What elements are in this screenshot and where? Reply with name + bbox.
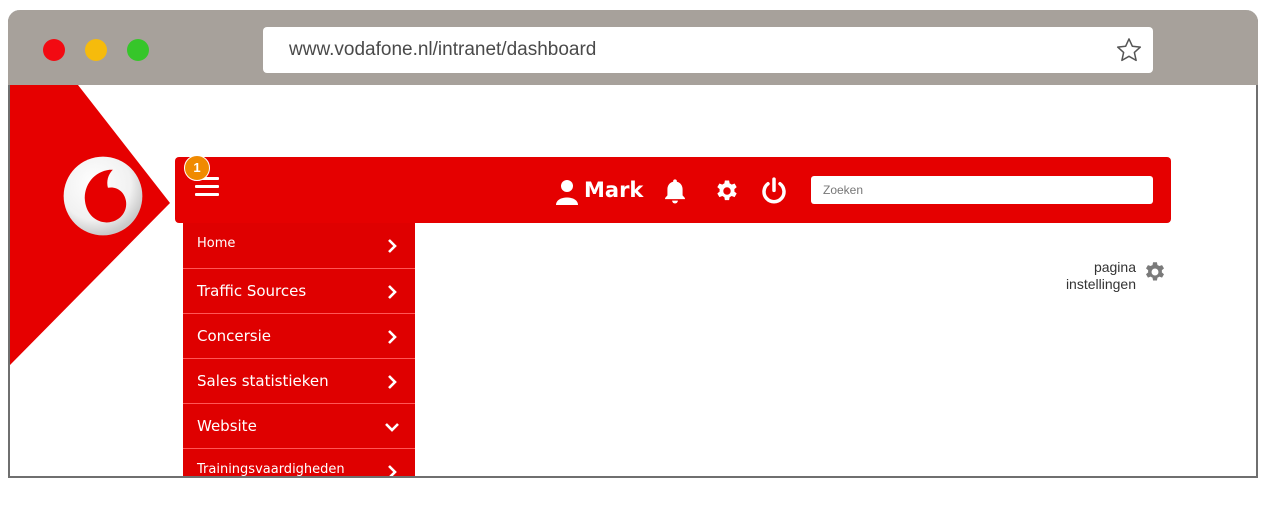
chevron-right-icon bbox=[388, 285, 397, 299]
side-menu: Home Traffic Sources Concersie Sales sta… bbox=[183, 223, 415, 476]
menu-item-label: Website bbox=[197, 417, 257, 435]
menu-item-home[interactable]: Home bbox=[183, 223, 415, 268]
chevron-right-icon bbox=[388, 375, 397, 389]
url-text[interactable]: www.vodafone.nl/intranet/dashboard bbox=[289, 39, 596, 61]
menu-item-concersie[interactable]: Concersie bbox=[183, 313, 415, 358]
search-input[interactable] bbox=[811, 176, 1153, 204]
user-name[interactable]: Mark bbox=[584, 178, 643, 202]
top-navbar: 1 Mark bbox=[175, 155, 1171, 223]
chevron-right-icon bbox=[388, 465, 397, 476]
menu-item-website[interactable]: Website bbox=[183, 403, 415, 448]
chevron-down-icon bbox=[385, 423, 399, 432]
gear-icon[interactable] bbox=[1142, 259, 1168, 285]
menu-item-label: Sales statistieken bbox=[197, 372, 329, 390]
menu-item-label: Traffic Sources bbox=[197, 282, 307, 300]
page-settings-label: pagina instellingen bbox=[1065, 259, 1136, 292]
menu-item-traffic-sources[interactable]: Traffic Sources bbox=[183, 268, 415, 313]
gear-icon[interactable] bbox=[713, 177, 741, 205]
power-icon[interactable] bbox=[759, 176, 789, 206]
menu-item-label: Home bbox=[197, 236, 236, 251]
bell-icon[interactable] bbox=[661, 177, 689, 205]
chevron-right-icon bbox=[388, 239, 397, 253]
menu-item-label: Concersie bbox=[197, 327, 272, 345]
browser-window: www.vodafone.nl/intranet/dashboard 1 Mar… bbox=[8, 10, 1258, 478]
page-content: 1 Mark Home bbox=[10, 85, 1256, 476]
address-bar[interactable]: www.vodafone.nl/intranet/dashboard bbox=[263, 27, 1153, 73]
page-settings-link[interactable]: pagina instellingen bbox=[1036, 259, 1176, 299]
star-icon[interactable] bbox=[1115, 36, 1143, 64]
menu-item-label: Trainingsvaardigheden bbox=[197, 462, 345, 476]
menu-item-trainingsvaardigheden[interactable]: Trainingsvaardigheden bbox=[183, 448, 415, 476]
close-window-button[interactable] bbox=[43, 39, 65, 61]
notification-badge: 1 bbox=[184, 155, 210, 181]
user-icon[interactable] bbox=[555, 179, 579, 205]
maximize-window-button[interactable] bbox=[127, 39, 149, 61]
minimize-window-button[interactable] bbox=[85, 39, 107, 61]
menu-item-sales-statistieken[interactable]: Sales statistieken bbox=[183, 358, 415, 403]
chevron-right-icon bbox=[388, 330, 397, 344]
vodafone-logo bbox=[63, 156, 143, 236]
browser-titlebar: www.vodafone.nl/intranet/dashboard bbox=[8, 10, 1258, 85]
